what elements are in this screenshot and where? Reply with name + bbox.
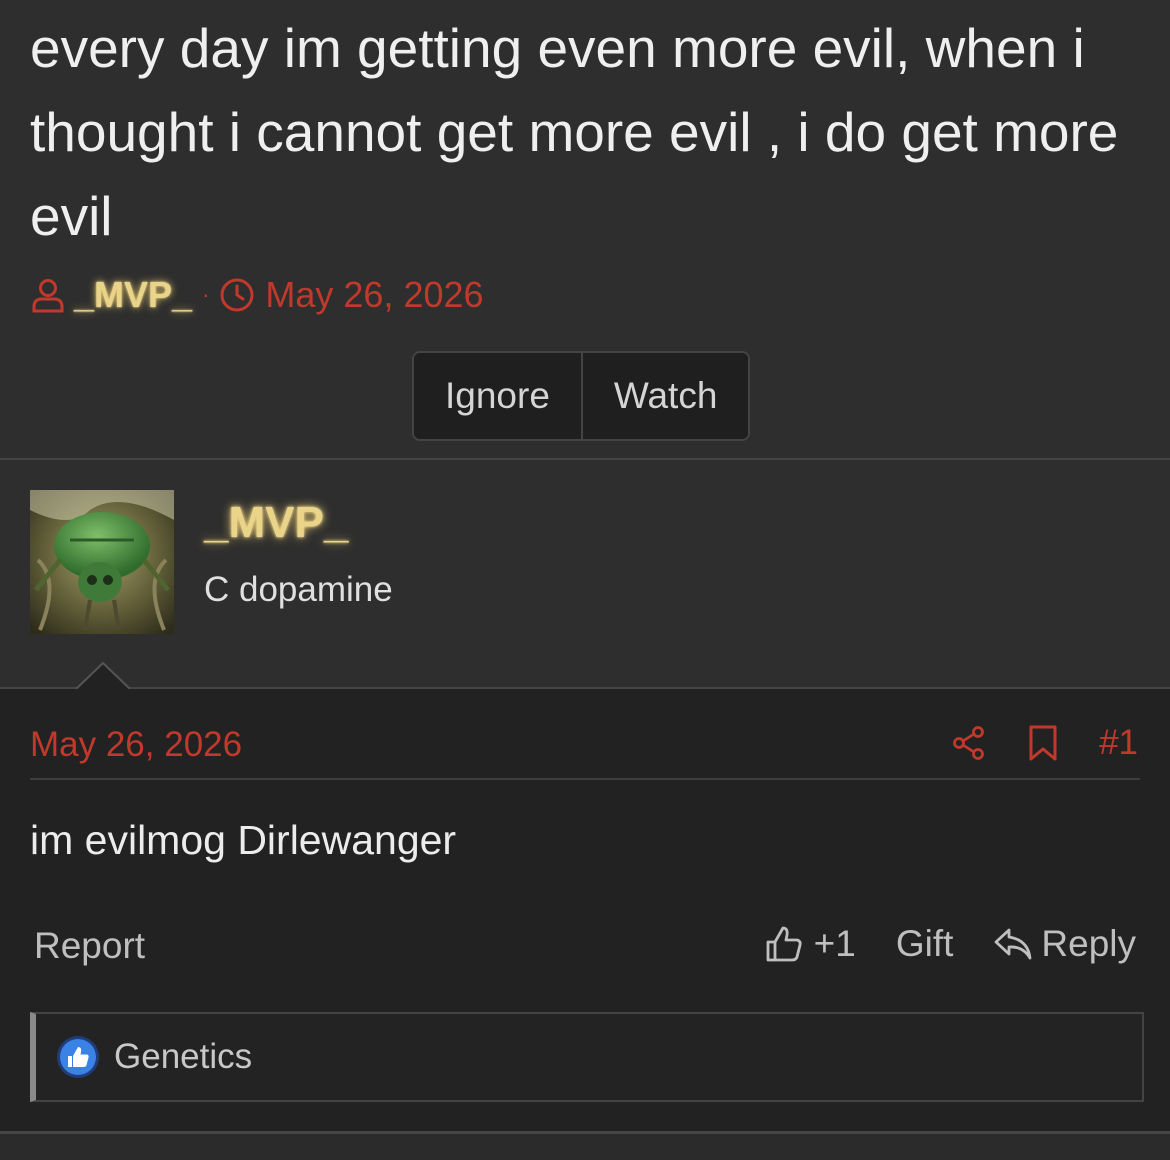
- reply-icon: [993, 926, 1033, 962]
- reactions-bar[interactable]: Genetics: [30, 1012, 1144, 1102]
- thread-meta: _MVP_ · May 26, 2026: [30, 272, 484, 318]
- like-button[interactable]: +1: [764, 923, 856, 965]
- meta-separator: ·: [202, 282, 210, 307]
- report-link[interactable]: Report: [34, 925, 145, 967]
- post-user-block: _MVP_ C dopamine: [0, 460, 1170, 688]
- post-body: May 26, 2026 #1 im evilmog Dirlewanger R…: [0, 689, 1170, 1132]
- share-icon[interactable]: [951, 725, 987, 761]
- post-date-link[interactable]: May 26, 2026: [30, 725, 242, 765]
- thumbs-up-icon: [764, 924, 804, 964]
- clock-icon: [219, 277, 255, 313]
- reply-label: Reply: [1041, 923, 1136, 964]
- gift-button[interactable]: Gift: [896, 923, 954, 965]
- user-title: C dopamine: [204, 570, 393, 609]
- thread-header: every day im getting even more evil, whe…: [0, 0, 1170, 460]
- thread-title: every day im getting even more evil, whe…: [30, 17, 1119, 247]
- next-post-strip: [0, 1134, 1170, 1160]
- watch-button[interactable]: Watch: [580, 353, 749, 439]
- like-count: +1: [813, 923, 856, 964]
- post-tools: #1: [951, 723, 1138, 763]
- post-content: im evilmog Dirlewanger: [30, 817, 457, 863]
- avatar[interactable]: [30, 490, 174, 634]
- thread-action-buttons: Ignore Watch: [412, 351, 751, 441]
- post-header-separator: [30, 778, 1140, 780]
- reactions-label[interactable]: Genetics: [114, 1037, 252, 1077]
- post-actions: +1 Gift Reply: [764, 923, 1136, 965]
- like-badge-icon: [56, 1035, 100, 1079]
- thread-author-link[interactable]: _MVP_: [74, 274, 192, 316]
- post-username[interactable]: _MVP_: [204, 498, 348, 548]
- ignore-button[interactable]: Ignore: [414, 353, 581, 439]
- user-icon: [30, 277, 66, 313]
- reply-button[interactable]: Reply: [993, 923, 1136, 965]
- thread-date-link[interactable]: May 26, 2026: [265, 274, 483, 316]
- post-number-link[interactable]: #1: [1099, 723, 1138, 763]
- post-arrow-pointer: [76, 661, 130, 690]
- bookmark-icon[interactable]: [1027, 725, 1059, 761]
